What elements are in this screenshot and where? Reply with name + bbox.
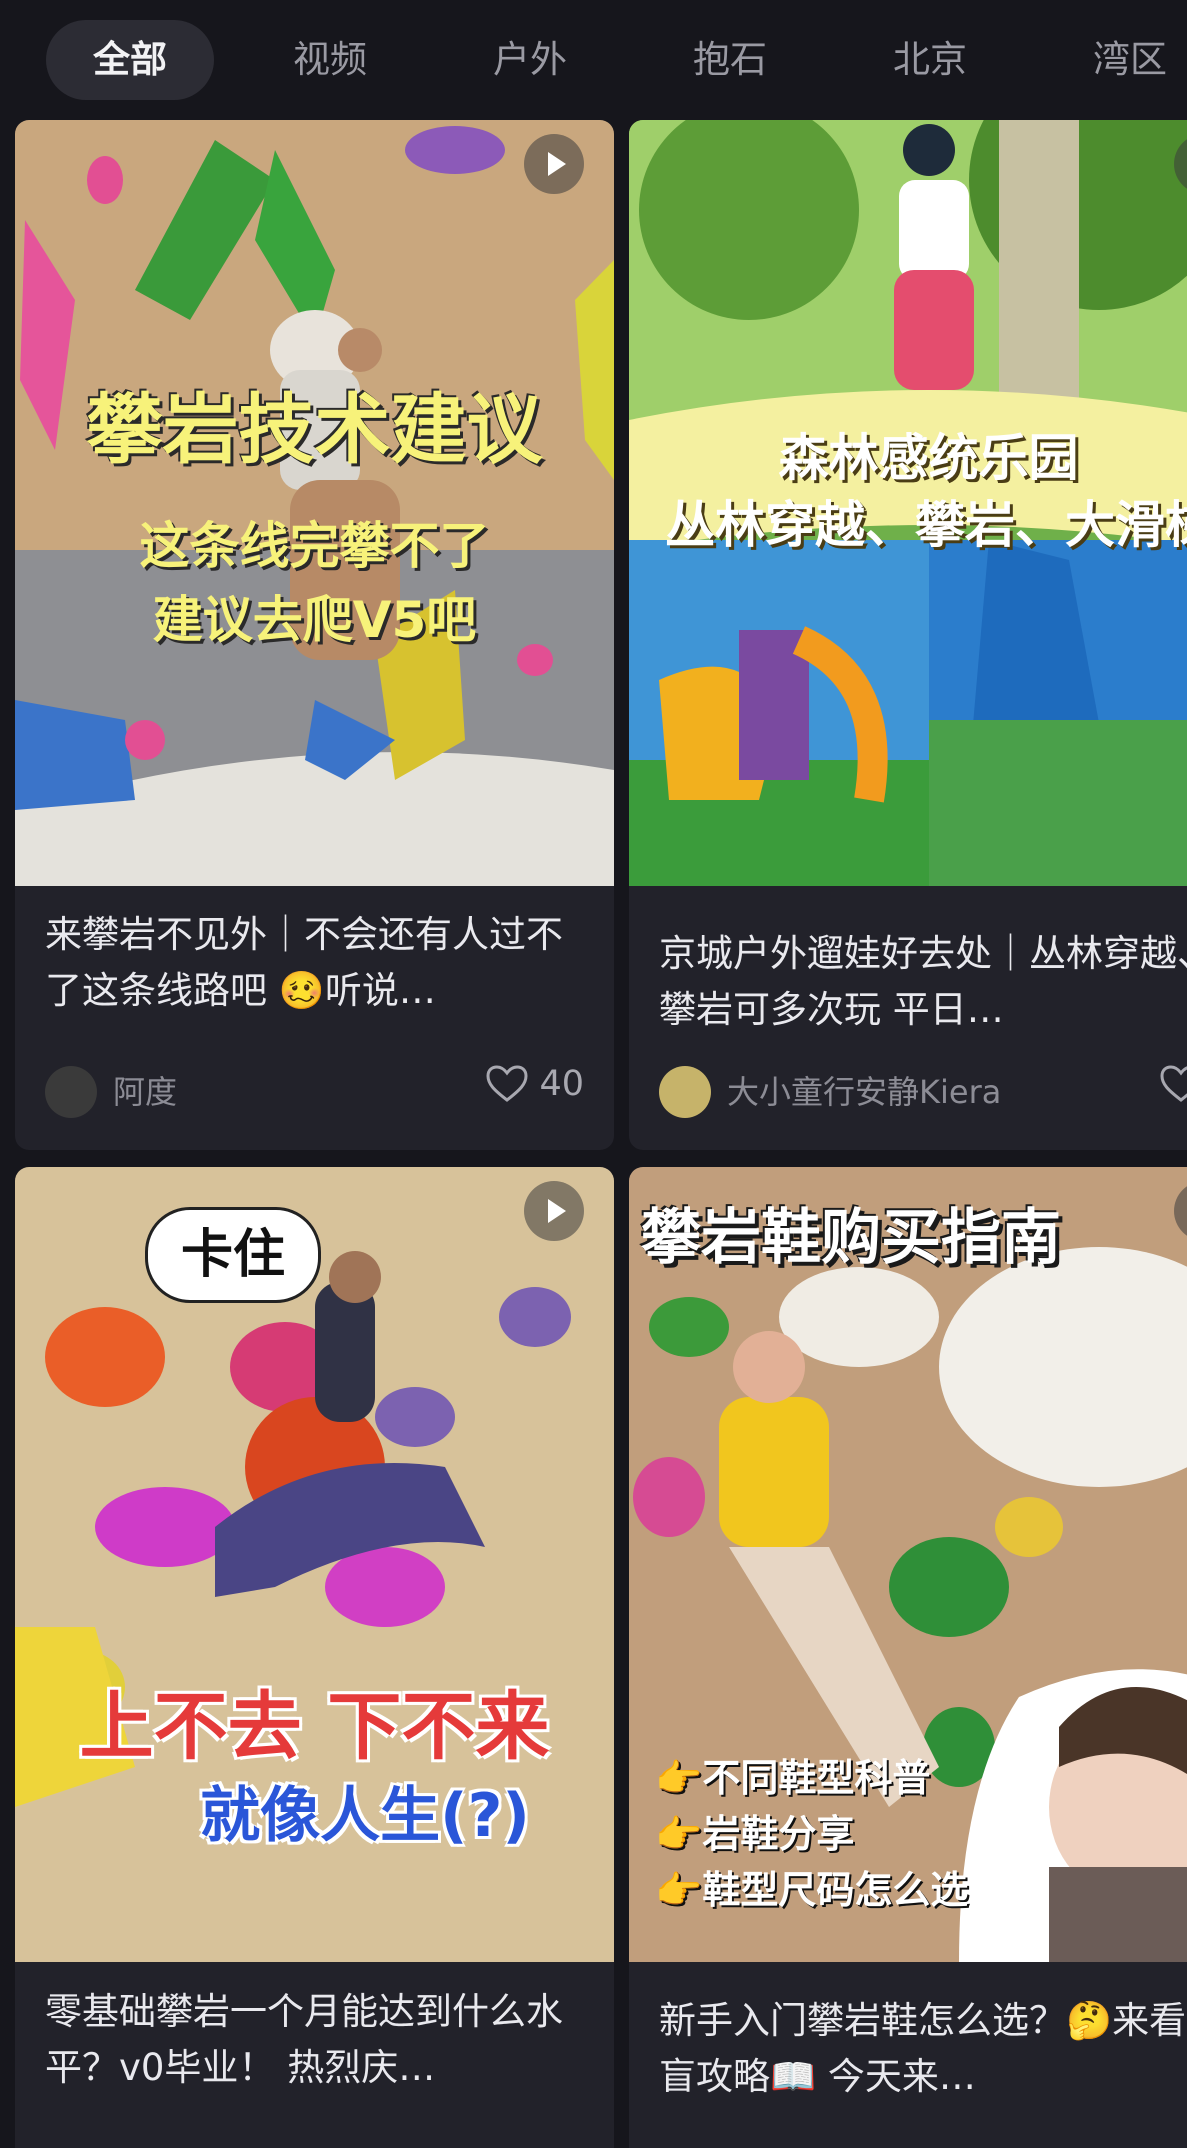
cover-headline: 上不去 下不来 (79, 1684, 550, 1770)
feed-page: 全部 视频 户外 抱石 北京 湾区 攀岩技术建议 这条线完攀不了 建议去爬V5吧… (0, 0, 1187, 2148)
note-card[interactable]: 森林感统乐园 丛林穿越、攀岩、大滑梯 京城户外遛娃好去处｜丛林穿越、攀岩可多次玩… (629, 120, 1187, 1150)
cover-image[interactable]: 森林感统乐园 丛林穿越、攀岩、大滑梯 (629, 120, 1187, 886)
tab-bouldering[interactable]: 抱石 (668, 20, 792, 100)
cover-image[interactable]: 攀岩技术建议 这条线完攀不了 建议去爬V5吧 (15, 120, 614, 886)
tab-outdoor[interactable]: 户外 (468, 20, 592, 100)
heart-icon (1160, 1065, 1187, 1102)
author-name[interactable]: 大小童行安静Kiera (727, 1064, 1001, 1120)
note-card[interactable]: 卡住 上不去 下不来 就像人生(?) 零基础攀岩一个月能达到什么水平？v0毕业！… (15, 1167, 614, 2148)
cover-headline: 森林感统乐园 (778, 429, 1079, 487)
note-title[interactable]: 零基础攀岩一个月能达到什么水平？v0毕业！ 热烈庆… (45, 1984, 586, 2096)
cover-headline: 攀岩技术建议 (86, 385, 543, 474)
note-title[interactable]: 来攀岩不见外｜不会还有人过不了这条线路吧 🥴听说… (45, 907, 586, 1019)
avatar[interactable] (45, 1066, 97, 1118)
note-meta: 大小童行安静Kiera 56 (659, 1064, 1187, 1120)
cover-bullet: 👉不同鞋型科普 (655, 1756, 931, 1800)
cover-subtitle: 就像人生(?) (200, 1781, 530, 1851)
note-meta: 阿度 40 (45, 1064, 584, 1120)
play-icon (524, 134, 584, 194)
cover-subtitle: 建议去爬V5吧 (152, 591, 477, 649)
author-name[interactable]: 阿度 (113, 1064, 177, 1120)
like-button[interactable]: 56 (1160, 1064, 1187, 1120)
cover-subtitle: 这条线完攀不了 (139, 517, 490, 575)
heart-icon (486, 1065, 528, 1102)
note-title[interactable]: 京城户外遛娃好去处｜丛林穿越、攀岩可多次玩 平日… (659, 926, 1187, 1038)
cover-headline: 攀岩鞋购买指南 (641, 1203, 1061, 1273)
cover-subtitle: 丛林穿越、攀岩、大滑梯 (665, 496, 1187, 554)
note-title[interactable]: 新手入门攀岩鞋怎么选？🤔来看扫盲攻略📖 今天来… (659, 1993, 1187, 2105)
like-count: 40 (539, 1064, 584, 1104)
tab-beijing[interactable]: 北京 (868, 20, 992, 100)
cover-bullet: 👉鞋型尺码怎么选 (655, 1868, 969, 1912)
tab-bay-area[interactable]: 湾区 (1068, 20, 1187, 100)
avatar[interactable] (659, 1066, 711, 1118)
category-tab-bar: 全部 视频 户外 抱石 北京 湾区 (0, 0, 1187, 120)
note-card[interactable]: 攀岩鞋购买指南 👉不同鞋型科普 👉岩鞋分享 👉鞋型尺码怎么选 新手入门攀岩鞋怎么… (629, 1167, 1187, 2148)
cover-image[interactable]: 卡住 上不去 下不来 就像人生(?) (15, 1167, 614, 1962)
note-card[interactable]: 攀岩技术建议 这条线完攀不了 建议去爬V5吧 来攀岩不见外｜不会还有人过不了这条… (15, 120, 614, 1150)
like-button[interactable]: 40 (486, 1064, 584, 1120)
tab-video[interactable]: 视频 (268, 20, 392, 100)
cover-image[interactable]: 攀岩鞋购买指南 👉不同鞋型科普 👉岩鞋分享 👉鞋型尺码怎么选 (629, 1167, 1187, 1962)
cover-bullet: 👉岩鞋分享 (655, 1812, 855, 1856)
speech-bubble: 卡住 (145, 1207, 321, 1303)
play-icon (524, 1181, 584, 1241)
tab-all[interactable]: 全部 (46, 20, 214, 100)
